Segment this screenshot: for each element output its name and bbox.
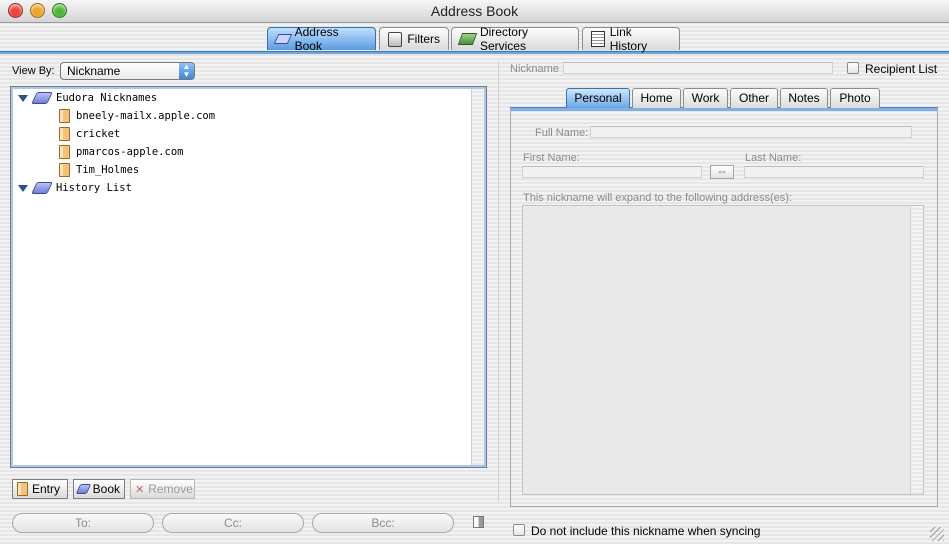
recipient-list-label: Recipient List	[865, 62, 938, 76]
list-item-label: cricket	[76, 128, 121, 140]
nickname-card-icon	[59, 127, 70, 141]
nickname-card-icon	[59, 145, 70, 159]
new-entry-icon	[17, 482, 28, 496]
remove-label: Remove	[148, 482, 193, 496]
disclosure-triangle-icon[interactable]	[18, 184, 28, 192]
sync-exclude-checkbox[interactable]	[513, 524, 525, 536]
new-book-label: Book	[92, 482, 120, 496]
tab-filters[interactable]: Filters	[379, 27, 449, 50]
tab-work[interactable]: Work	[683, 88, 728, 108]
nickname-card-icon	[59, 163, 70, 177]
tree-group-label: Eudora Nicknames	[56, 92, 158, 104]
swap-names-button[interactable]: ⇔	[710, 165, 734, 179]
pane-divider[interactable]	[498, 62, 499, 502]
resize-grip-icon[interactable]	[930, 527, 944, 541]
tree-group-label: History List	[56, 182, 132, 194]
tab-notes[interactable]: Notes	[780, 88, 828, 108]
nickname-card-icon	[59, 109, 70, 123]
list-item[interactable]: pmarcos-apple.com	[59, 144, 183, 160]
last-name-field[interactable]	[744, 166, 924, 178]
new-entry-label: Entry	[32, 482, 61, 496]
list-item[interactable]: bneely-mailx.apple.com	[59, 108, 215, 124]
cc-button[interactable]: Cc:	[162, 513, 304, 533]
toolbar-tab-underline	[0, 51, 949, 54]
tab-address-book-label: Address Book	[294, 25, 339, 53]
first-name-label: First Name:	[523, 152, 580, 164]
address-textarea[interactable]	[522, 205, 924, 495]
list-item[interactable]: Tim_Holmes	[59, 162, 139, 178]
full-name-field[interactable]	[590, 126, 912, 138]
last-name-label: Last Name:	[745, 152, 802, 164]
new-book-icon	[75, 484, 91, 494]
toolbar-tabs: Address Book Filters Directory Services …	[0, 25, 949, 54]
remove-button[interactable]: ✕ Remove	[130, 479, 195, 499]
tab-directory-services-label: Directory Services	[479, 25, 528, 53]
link-history-icon	[591, 31, 605, 47]
first-name-field[interactable]	[522, 166, 702, 178]
address-book-icon	[31, 92, 53, 104]
tree-group-eudora-nicknames[interactable]: Eudora Nicknames	[18, 90, 157, 106]
address-book-icon	[31, 182, 53, 194]
window-title: Address Book	[430, 3, 519, 19]
view-by-select[interactable]: Nickname ▲ ▼	[60, 62, 195, 80]
tab-filters-label: Filters	[407, 32, 440, 46]
recipient-list-checkbox[interactable]	[847, 62, 859, 74]
nickname-tree[interactable]: Eudora Nicknames bneely-mailx.apple.com …	[10, 86, 487, 468]
select-arrows-icon: ▲ ▼	[179, 63, 194, 79]
address-expand-label: This nickname will expand to the followi…	[523, 192, 793, 204]
tree-scrollbar[interactable]	[471, 89, 484, 465]
tab-link-history-label: Link History	[609, 25, 648, 53]
tab-directory-services[interactable]: Directory Services	[451, 25, 579, 53]
to-button[interactable]: To:	[12, 513, 154, 533]
tab-link-history[interactable]: Link History	[582, 25, 680, 53]
book-icon	[273, 34, 292, 44]
list-item-label: Tim_Holmes	[76, 164, 140, 176]
title-bar: Address Book	[0, 0, 949, 23]
tab-personal[interactable]: Personal	[566, 88, 630, 108]
drawer-toggle-icon[interactable]	[473, 516, 484, 528]
remove-icon: ✕	[135, 483, 145, 496]
tab-photo[interactable]: Photo	[830, 88, 880, 108]
swap-arrows-icon: ⇔	[716, 164, 728, 178]
disclosure-triangle-icon[interactable]	[18, 94, 28, 102]
sync-exclude-label: Do not include this nickname when syncin…	[531, 524, 761, 538]
list-item-label: bneely-mailx.apple.com	[76, 110, 216, 122]
filters-icon	[388, 31, 403, 47]
list-item[interactable]: cricket	[59, 126, 120, 142]
tab-home[interactable]: Home	[632, 88, 681, 108]
list-item-label: pmarcos-apple.com	[76, 146, 184, 158]
new-book-button[interactable]: Book	[73, 479, 125, 499]
tab-address-book[interactable]: Address Book	[267, 25, 376, 53]
nickname-field[interactable]	[563, 62, 833, 74]
view-by-label: View By:	[12, 65, 55, 77]
tree-group-history-list[interactable]: History List	[18, 180, 132, 196]
directory-services-icon	[457, 33, 478, 45]
tab-other[interactable]: Other	[730, 88, 778, 108]
full-name-label: Full Name:	[535, 127, 589, 139]
view-by-value: Nickname	[67, 64, 121, 78]
bcc-button[interactable]: Bcc:	[312, 513, 454, 533]
address-scrollbar[interactable]	[910, 206, 923, 494]
nickname-label: Nickname	[510, 63, 559, 75]
new-entry-button[interactable]: Entry	[12, 479, 68, 499]
